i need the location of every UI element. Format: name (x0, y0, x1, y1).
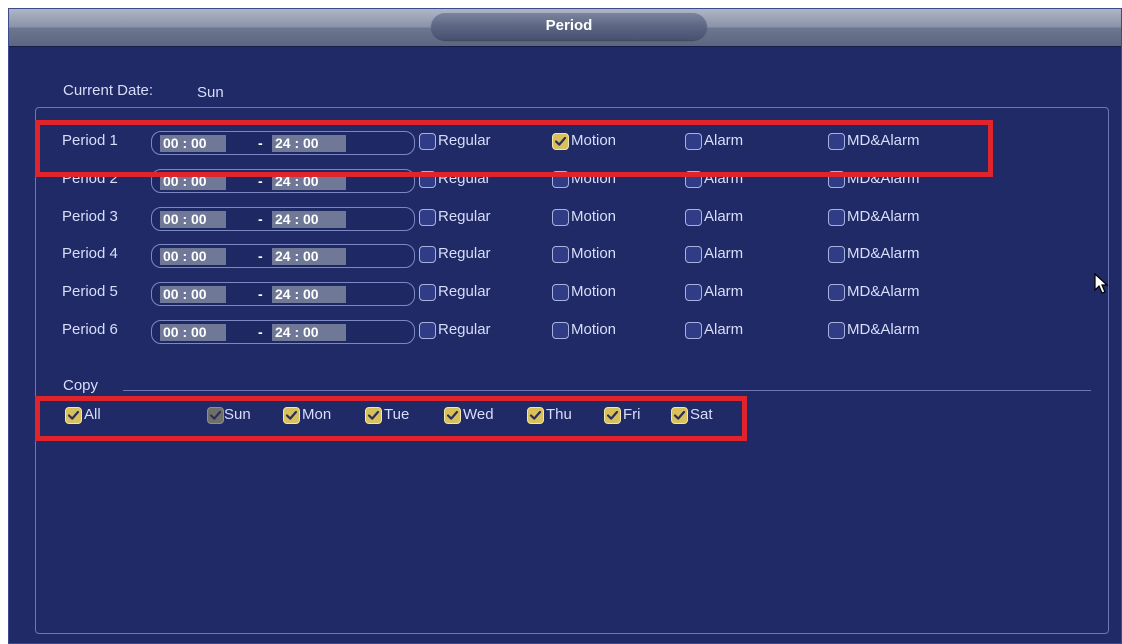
alarm-label: Alarm (704, 283, 744, 300)
period-row: Period 6 00 : 00 -24 : 00 Regular Motion Alar… (9, 318, 1109, 346)
period-row: Period 5 00 : 00 -24 : 00 Regular Motion Alar… (9, 280, 1109, 308)
alarm-label: Alarm (704, 208, 744, 225)
md-alarm-checkbox[interactable] (828, 246, 845, 263)
time-separator: - (258, 248, 263, 264)
mouse-cursor-icon (1094, 273, 1109, 294)
current-date-value: Sun (197, 84, 224, 101)
period-row: Period 3 00 : 00 -24 : 00 Regular Motion Alar… (9, 205, 1109, 233)
start-time-input[interactable]: 00 : 00 (160, 324, 226, 341)
regular-checkbox[interactable] (419, 246, 436, 263)
time-range-field: 00 : 00 -24 : 00 (151, 282, 415, 306)
time-separator: - (258, 211, 263, 227)
motion-checkbox[interactable] (552, 322, 569, 339)
time-range-field: 00 : 00 -24 : 00 (151, 207, 415, 231)
time-range-field: 00 : 00 -24 : 00 (151, 244, 415, 268)
md-alarm-label: MD&Alarm (847, 321, 920, 338)
period-dialog: Period Current Date: Sun Period 1 00 : 00… (8, 8, 1122, 644)
md-alarm-checkbox[interactable] (828, 284, 845, 301)
copy-days-highlight-box (35, 396, 747, 441)
regular-checkbox[interactable] (419, 322, 436, 339)
period-1-highlight-box (35, 120, 993, 177)
period-label: Period 6 (62, 321, 118, 338)
regular-label: Regular (438, 283, 491, 300)
period-row: Period 4 00 : 00 -24 : 00 Regular Motion Alar… (9, 242, 1109, 270)
motion-checkbox[interactable] (552, 284, 569, 301)
alarm-checkbox[interactable] (685, 284, 702, 301)
end-time-input[interactable]: 24 : 00 (272, 324, 346, 341)
regular-label: Regular (438, 245, 491, 262)
end-time-input[interactable]: 24 : 00 (272, 248, 346, 265)
period-label: Period 5 (62, 283, 118, 300)
md-alarm-label: MD&Alarm (847, 283, 920, 300)
copy-divider (123, 390, 1091, 391)
alarm-checkbox[interactable] (685, 209, 702, 226)
motion-label: Motion (571, 245, 617, 262)
end-time-input[interactable]: 24 : 00 (272, 286, 346, 303)
alarm-label: Alarm (704, 245, 744, 262)
regular-checkbox[interactable] (419, 284, 436, 301)
start-time-input[interactable]: 00 : 00 (160, 286, 226, 303)
regular-label: Regular (438, 321, 491, 338)
start-time-input[interactable]: 00 : 00 (160, 248, 226, 265)
md-alarm-checkbox[interactable] (828, 322, 845, 339)
motion-checkbox[interactable] (552, 246, 569, 263)
md-alarm-label: MD&Alarm (847, 245, 920, 262)
md-alarm-checkbox[interactable] (828, 209, 845, 226)
alarm-checkbox[interactable] (685, 246, 702, 263)
period-label: Period 3 (62, 208, 118, 225)
dialog-title: Period (431, 12, 707, 40)
end-time-input[interactable]: 24 : 00 (272, 211, 346, 228)
alarm-label: Alarm (704, 321, 744, 338)
motion-label: Motion (571, 321, 617, 338)
copy-label: Copy (63, 377, 99, 394)
regular-label: Regular (438, 208, 491, 225)
motion-label: Motion (571, 208, 617, 225)
regular-checkbox[interactable] (419, 209, 436, 226)
current-date-label: Current Date: (63, 82, 154, 99)
title-bar: Period (9, 9, 1121, 47)
motion-label: Motion (571, 283, 617, 300)
time-range-field: 00 : 00 -24 : 00 (151, 320, 415, 344)
alarm-checkbox[interactable] (685, 322, 702, 339)
start-time-input[interactable]: 00 : 00 (160, 211, 226, 228)
period-label: Period 4 (62, 245, 118, 262)
time-separator: - (258, 324, 263, 340)
time-separator: - (258, 286, 263, 302)
md-alarm-label: MD&Alarm (847, 208, 920, 225)
motion-checkbox[interactable] (552, 209, 569, 226)
